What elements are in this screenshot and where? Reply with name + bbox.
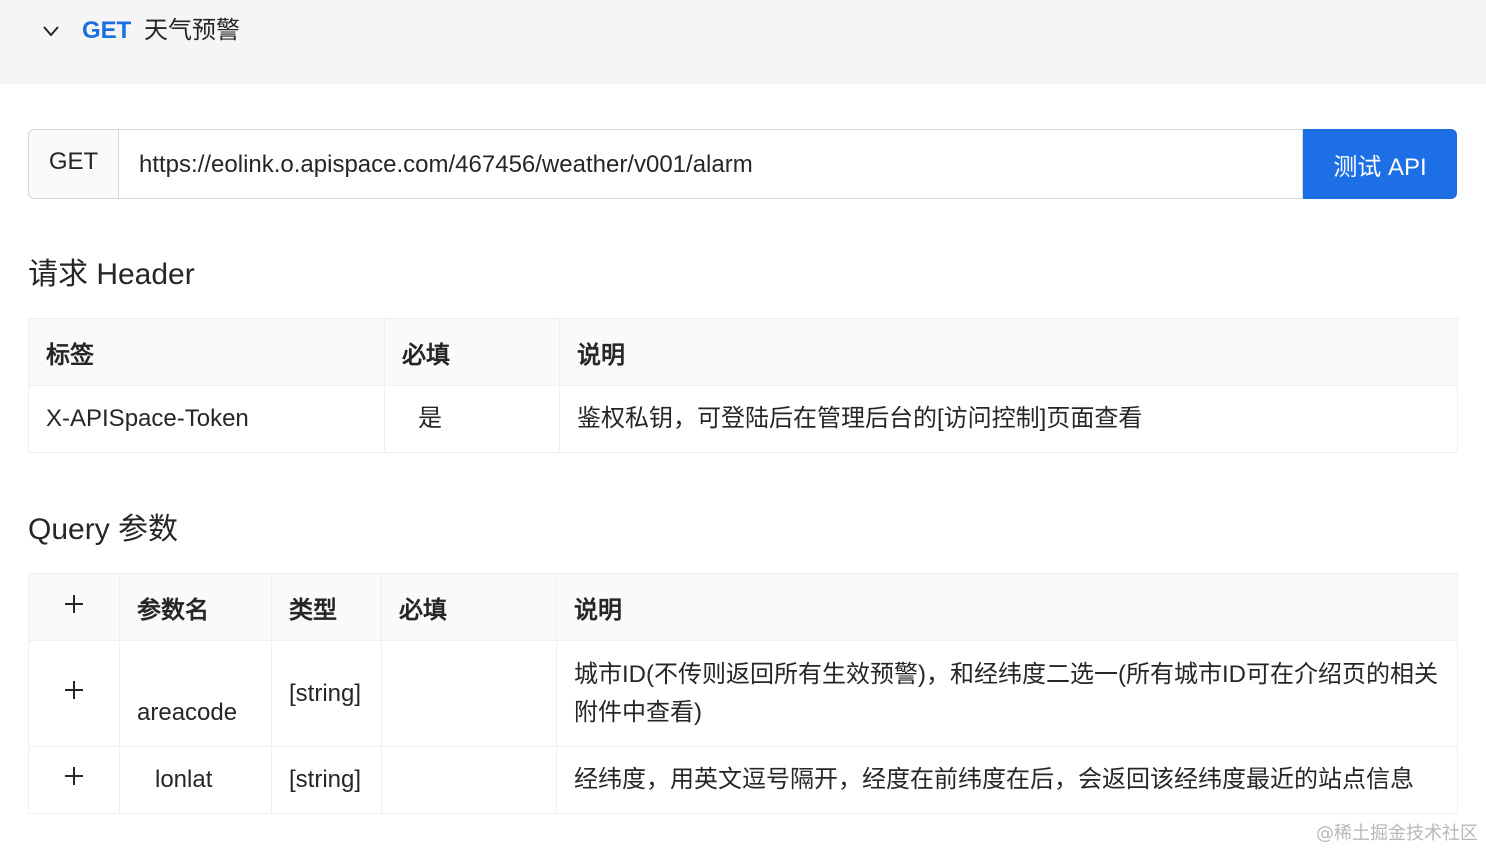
expand-row-cell[interactable] xyxy=(28,640,120,747)
column-header-label: 标签 xyxy=(28,318,385,386)
column-header-description: 说明 xyxy=(559,318,1458,386)
expand-all-cell[interactable] xyxy=(28,573,120,641)
table-row: X-APISpace-Token 是 鉴权私钥，可登陆后在管理后台的[访问控制]… xyxy=(28,385,1458,453)
column-header-name: 参数名 xyxy=(119,573,272,641)
table-header-row: 参数名 类型 必填 说明 xyxy=(28,573,1458,641)
url-method-label: GET xyxy=(28,129,118,199)
header-description-cell: 鉴权私钥，可登陆后在管理后台的[访问控制]页面查看 xyxy=(559,385,1458,453)
plus-icon[interactable] xyxy=(63,593,85,615)
param-required-cell xyxy=(381,640,557,747)
url-input[interactable]: https://eolink.o.apispace.com/467456/wea… xyxy=(118,129,1303,199)
param-description-cell: 经纬度，用英文逗号隔开，经度在前纬度在后，会返回该经纬度最近的站点信息 xyxy=(556,746,1458,814)
expand-row-cell[interactable] xyxy=(28,746,120,814)
param-required-cell xyxy=(381,746,557,814)
column-header-required: 必填 xyxy=(384,318,560,386)
api-header-bar[interactable]: GET 天气预警 xyxy=(0,0,1486,84)
request-header-table: 标签 必填 说明 X-APISpace-Token 是 鉴权私钥，可登陆后在管理… xyxy=(28,318,1458,453)
param-description-cell: 城市ID(不传则返回所有生效预警)，和经纬度二选一(所有城市ID可在介绍页的相关… xyxy=(556,640,1458,747)
header-label-cell: X-APISpace-Token xyxy=(28,385,385,453)
table-row: areacode [string] 城市ID(不传则返回所有生效预警)，和经纬度… xyxy=(28,640,1458,747)
query-params-title: Query 参数 xyxy=(28,513,179,546)
column-header-type: 类型 xyxy=(271,573,382,641)
plus-icon[interactable] xyxy=(63,679,85,701)
chevron-down-icon[interactable] xyxy=(40,20,62,42)
column-header-required: 必填 xyxy=(381,573,557,641)
column-header-description: 说明 xyxy=(556,573,1458,641)
method-tag: GET xyxy=(82,17,132,44)
param-name-cell: areacode xyxy=(119,640,272,747)
api-title: 天气预警 xyxy=(144,17,240,44)
url-bar: GET https://eolink.o.apispace.com/467456… xyxy=(28,129,1457,199)
test-api-button[interactable]: 测试 API xyxy=(1303,129,1457,199)
query-params-table: 参数名 类型 必填 说明 areacode [string] 城市ID(不传则返… xyxy=(28,573,1458,814)
request-header-title: 请求 Header xyxy=(28,258,195,291)
watermark: @稀土掘金技术社区 xyxy=(1316,823,1478,844)
param-type-cell: [string] xyxy=(271,640,382,747)
plus-icon[interactable] xyxy=(63,765,85,787)
param-name-cell: lonlat xyxy=(119,746,272,814)
table-header-row: 标签 必填 说明 xyxy=(28,318,1458,386)
param-type-cell: [string] xyxy=(271,746,382,814)
header-required-cell: 是 xyxy=(384,385,560,453)
table-row: lonlat [string] 经纬度，用英文逗号隔开，经度在前纬度在后，会返回… xyxy=(28,746,1458,814)
